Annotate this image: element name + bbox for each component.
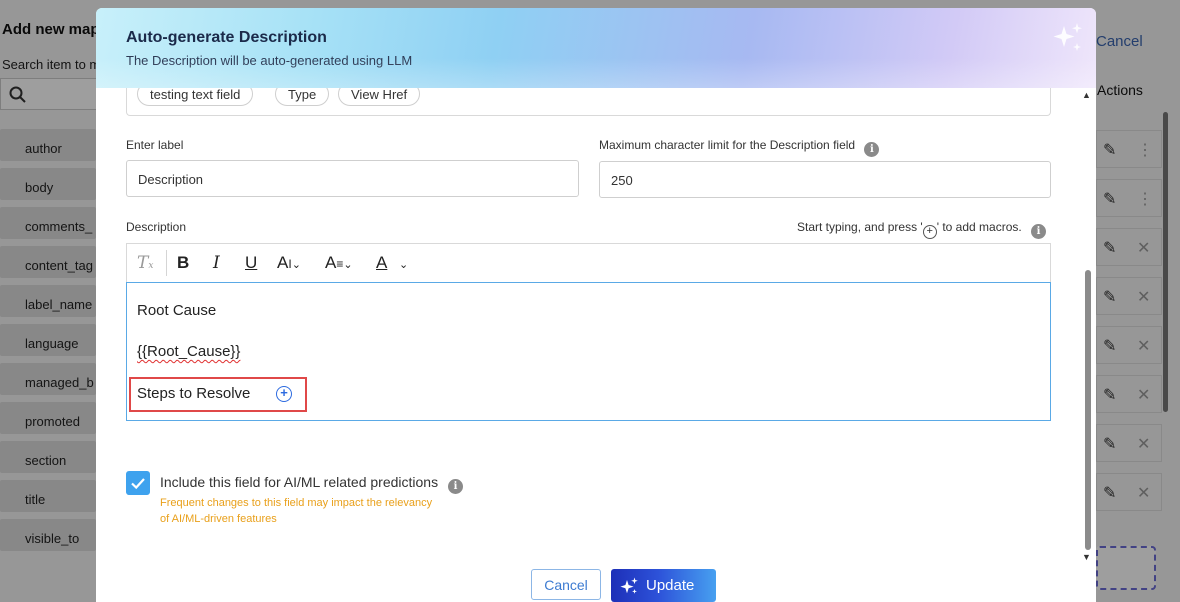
scroll-down-arrow[interactable]: ▼	[1082, 552, 1091, 562]
editor-toolbar: Tx B I U AI⌄ A≡⌄ A ⌄	[126, 243, 1051, 282]
auto-generate-modal: testing text field Type View Href Auto-g…	[96, 8, 1096, 602]
clear-format-icon[interactable]: Tx	[137, 253, 153, 273]
plus-circle-icon: +	[922, 225, 937, 239]
modal-title: Auto-generate Description	[126, 29, 327, 46]
character-limit-input[interactable]: 250	[599, 161, 1051, 198]
macro-token: {{Root_Cause}}	[137, 343, 241, 360]
modal-scrollbar-thumb[interactable]	[1085, 270, 1091, 550]
underline-icon[interactable]: U	[245, 253, 257, 273]
editor-line: Root Cause	[137, 302, 217, 319]
macro-hint: Start typing, and press ' + ' to add macro…	[797, 220, 1047, 239]
cancel-button[interactable]: Cancel	[531, 569, 601, 600]
macro-hint-after: ' to add macros.	[936, 220, 1022, 234]
ai-ml-warning-line2: of AI/ML-driven features	[160, 513, 277, 525]
description-label: Description	[126, 220, 187, 234]
ai-ml-label: Include this field for AI/ML related pre…	[160, 474, 463, 494]
toolbar-divider	[166, 250, 167, 276]
bold-icon[interactable]: B	[177, 253, 189, 273]
label-field-label: Enter label	[126, 138, 184, 152]
description-editor[interactable]: Root Cause {{Root_Cause}} Steps to Resol…	[126, 282, 1051, 421]
modal-subtitle: The Description will be auto-generated u…	[126, 53, 413, 68]
add-macro-icon[interactable]: +	[276, 386, 292, 402]
update-button-label: Update	[646, 577, 695, 594]
info-icon[interactable]: i	[1031, 224, 1047, 239]
italic-icon[interactable]: I	[213, 253, 220, 273]
editor-line-macro: {{Root_Cause}}	[137, 343, 240, 360]
update-button[interactable]: Update	[611, 569, 716, 602]
macro-hint-before: Start typing, and press '	[797, 220, 923, 234]
modal-header: Auto-generate Description The Descriptio…	[96, 8, 1096, 88]
font-size-icon[interactable]: AI⌄	[277, 253, 301, 273]
line-height-icon[interactable]: A≡⌄	[325, 253, 353, 273]
info-icon[interactable]: i	[447, 479, 463, 494]
ai-ml-label-text: Include this field for AI/ML related pre…	[160, 474, 439, 490]
ai-ml-checkbox[interactable]	[126, 471, 150, 495]
scroll-up-arrow[interactable]: ▲	[1082, 90, 1091, 100]
limit-field-label: Maximum character limit for the Descript…	[599, 138, 880, 157]
sparkle-icon	[1053, 23, 1082, 51]
chevron-down-icon[interactable]: ⌄	[399, 258, 408, 271]
ai-ml-warning-line1: Frequent changes to this field may impac…	[160, 497, 433, 509]
sparkle-icon	[620, 577, 638, 594]
limit-label-text: Maximum character limit for the Descript…	[599, 138, 856, 152]
font-color-icon[interactable]: A	[376, 253, 387, 273]
label-input[interactable]: Description	[126, 160, 579, 197]
check-icon	[131, 478, 145, 490]
info-icon[interactable]: i	[864, 142, 880, 157]
